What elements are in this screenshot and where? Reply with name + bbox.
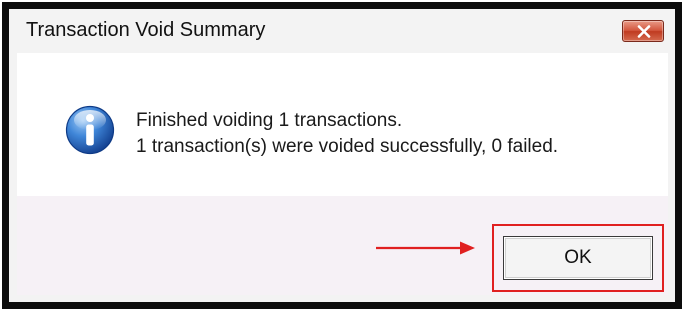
message-line-1: Finished voiding 1 transactions. [136,110,403,131]
transaction-void-summary-dialog: Transaction Void Summary Finished voidin… [2,2,682,309]
dialog-frame: Transaction Void Summary Finished voidin… [9,9,675,302]
button-bar: OK [17,196,668,295]
message-area: Finished voiding 1 transactions. 1 trans… [17,53,668,196]
close-button[interactable] [622,20,664,42]
message-text: Finished voiding 1 transactions. 1 trans… [136,108,558,160]
arrow-right-icon [376,241,475,255]
message-line-2: 1 transaction(s) were voided successfull… [136,136,559,157]
close-icon [637,25,651,38]
ok-button-highlight-box: OK [492,224,664,292]
dialog-title: Transaction Void Summary [26,19,266,41]
title-bar[interactable]: Transaction Void Summary [9,9,675,53]
info-icon [65,105,115,155]
ok-button[interactable]: OK [503,236,653,280]
